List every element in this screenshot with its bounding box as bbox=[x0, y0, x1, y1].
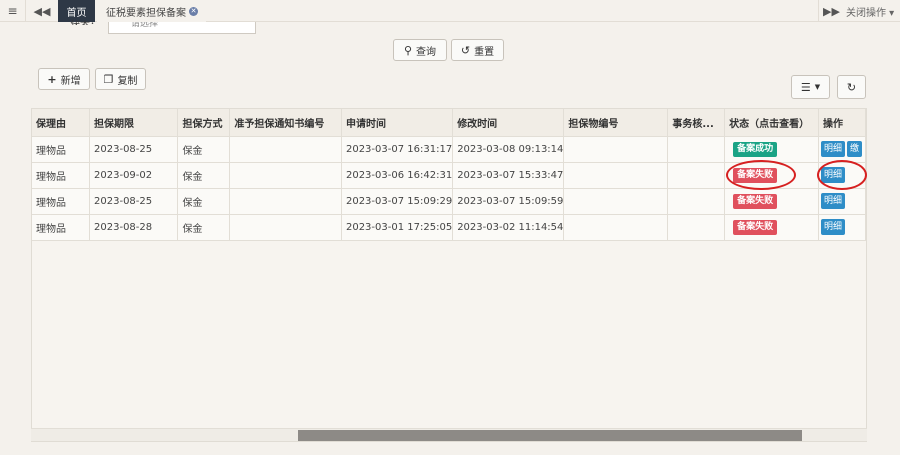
cell-apply-time: 2023-03-06 16:42:31 bbox=[341, 162, 454, 189]
cell-audit bbox=[667, 136, 726, 163]
copy-icon: ❐ bbox=[103, 72, 114, 86]
status-filter-label: 状态： bbox=[70, 17, 100, 25]
cell-apply-time: 2023-03-07 15:09:29 bbox=[341, 188, 454, 215]
tab-current-label: 征税要素担保备案 bbox=[106, 7, 186, 19]
cell-method: 保金 bbox=[177, 214, 231, 241]
refresh-button[interactable]: ↻ bbox=[837, 75, 866, 99]
forward-icon[interactable]: ▶▶ bbox=[818, 0, 844, 22]
cell-operations: 明细 bbox=[818, 162, 866, 189]
cell-status: 备案失败 bbox=[724, 188, 819, 215]
add-button-label: 新增 bbox=[60, 75, 81, 87]
status-badge[interactable]: 备案失败 bbox=[733, 193, 778, 209]
cell-period: 2023-09-02 bbox=[89, 162, 179, 189]
cell-apply-time: 2023-03-01 17:25:05 bbox=[341, 214, 454, 241]
cell-notice-no bbox=[229, 214, 342, 241]
query-button-label: 查询 bbox=[416, 46, 437, 58]
column-header[interactable]: 事务核... bbox=[667, 109, 726, 137]
scrollbar-thumb[interactable] bbox=[298, 430, 802, 441]
column-header[interactable]: 状态（点击查看） bbox=[724, 109, 819, 137]
cell-modify-time: 2023-03-02 11:14:54 bbox=[452, 214, 565, 241]
cell-reason: 理物品 bbox=[32, 162, 91, 189]
cell-reason: 理物品 bbox=[32, 214, 91, 241]
tab-bar: ≡ ◀◀ 首页 征税要素担保备案 ✕ ▶▶ 关闭操作 ▾ bbox=[0, 0, 900, 22]
cell-modify-time: 2023-03-07 15:33:47 bbox=[452, 162, 565, 189]
column-header[interactable]: 申请时间 bbox=[341, 109, 454, 137]
data-table-container: 保理由 担保期限 担保方式 准予担保通知书编号 申请时间 修改时间 担保物编号 … bbox=[31, 108, 867, 442]
query-button[interactable]: ⚲ 查询 bbox=[393, 39, 447, 61]
table-header-row: 保理由 担保期限 担保方式 准予担保通知书编号 申请时间 修改时间 担保物编号 … bbox=[32, 109, 866, 137]
column-header[interactable]: 保理由 bbox=[32, 109, 91, 137]
list-icon: ☰ bbox=[800, 80, 811, 94]
cell-audit bbox=[667, 162, 726, 189]
caret-down-icon: ▼ bbox=[814, 83, 821, 91]
status-filter-select[interactable]: 请选择 bbox=[108, 22, 256, 34]
copy-button-label: 复制 bbox=[117, 75, 138, 87]
cell-notice-no bbox=[229, 162, 342, 189]
cell-status: 备案失败 bbox=[724, 214, 819, 241]
cell-operations: 明细 bbox=[818, 214, 866, 241]
backward-icon[interactable]: ◀◀ bbox=[28, 0, 56, 22]
table-row: 理物品 2023-09-02 保金 2023-03-06 16:42:31 2023-0… bbox=[32, 162, 866, 189]
close-circle-icon[interactable]: ✕ bbox=[189, 6, 198, 16]
table-row: 理物品 2023-08-28 保金 2023-03-01 17:25:05 2023-0… bbox=[32, 214, 866, 241]
column-header[interactable]: 担保期限 bbox=[89, 109, 179, 137]
cell-operations: 明细缴 bbox=[818, 136, 866, 163]
cell-period: 2023-08-25 bbox=[89, 188, 179, 215]
status-badge[interactable]: 备案失败 bbox=[733, 167, 778, 183]
cell-method: 保金 bbox=[177, 188, 231, 215]
cell-method: 保金 bbox=[177, 136, 231, 163]
cell-modify-time: 2023-03-08 09:13:14 bbox=[452, 136, 565, 163]
cell-period: 2023-08-25 bbox=[89, 136, 179, 163]
cell-audit bbox=[667, 214, 726, 241]
cell-period: 2023-08-28 bbox=[89, 214, 179, 241]
cell-reason: 理物品 bbox=[32, 136, 91, 163]
data-table: 保理由 担保期限 担保方式 准予担保通知书编号 申请时间 修改时间 担保物编号 … bbox=[32, 109, 866, 241]
refresh-icon: ↻ bbox=[846, 80, 857, 94]
copy-button[interactable]: ❐ 复制 bbox=[95, 68, 146, 90]
reset-button[interactable]: ↺ 重置 bbox=[451, 39, 504, 61]
column-header[interactable]: 操作 bbox=[818, 109, 866, 137]
column-toggle-button[interactable]: ☰ ▼ bbox=[791, 75, 830, 99]
horizontal-scrollbar[interactable] bbox=[31, 428, 867, 441]
menu-icon[interactable]: ≡ bbox=[0, 0, 26, 22]
column-header[interactable]: 担保物编号 bbox=[563, 109, 669, 137]
cell-audit bbox=[667, 188, 726, 215]
cell-item-no bbox=[563, 214, 669, 241]
status-badge[interactable]: 备案成功 bbox=[733, 141, 778, 157]
cell-status: 备案成功 bbox=[724, 136, 819, 163]
tab-current[interactable]: 征税要素担保备案 ✕ bbox=[97, 0, 206, 22]
cell-method: 保金 bbox=[177, 162, 231, 189]
column-header[interactable]: 担保方式 bbox=[177, 109, 231, 137]
cell-item-no bbox=[563, 188, 669, 215]
cell-notice-no bbox=[229, 136, 342, 163]
close-operations-menu[interactable]: 关闭操作 ▾ bbox=[846, 0, 894, 22]
cell-modify-time: 2023-03-07 15:09:59 bbox=[452, 188, 565, 215]
table-row: 理物品 2023-08-25 保金 2023-03-07 15:09:29 2023-0… bbox=[32, 188, 866, 215]
cell-status: 备案失败 bbox=[724, 162, 819, 189]
pay-button[interactable]: 缴 bbox=[846, 141, 862, 157]
column-header[interactable]: 修改时间 bbox=[452, 109, 565, 137]
cell-apply-time: 2023-03-07 16:31:17 bbox=[341, 136, 454, 163]
reset-icon: ↺ bbox=[460, 43, 471, 57]
detail-button[interactable]: 明细 bbox=[820, 219, 845, 235]
detail-button[interactable]: 明细 bbox=[820, 193, 845, 209]
cell-reason: 理物品 bbox=[32, 188, 91, 215]
add-button[interactable]: + 新增 bbox=[38, 68, 90, 90]
reset-button-label: 重置 bbox=[474, 46, 495, 58]
detail-button[interactable]: 明细 bbox=[820, 141, 845, 157]
column-header[interactable]: 准予担保通知书编号 bbox=[229, 109, 342, 137]
detail-button[interactable]: 明细 bbox=[820, 167, 845, 183]
search-icon: ⚲ bbox=[403, 43, 413, 57]
cell-item-no bbox=[563, 136, 669, 163]
cell-notice-no bbox=[229, 188, 342, 215]
table-row: 理物品 2023-08-25 保金 2023-03-07 16:31:17 2023-0… bbox=[32, 136, 866, 163]
plus-icon: + bbox=[47, 72, 57, 86]
status-badge[interactable]: 备案失败 bbox=[733, 219, 778, 235]
cell-operations: 明细 bbox=[818, 188, 866, 215]
cell-item-no bbox=[563, 162, 669, 189]
